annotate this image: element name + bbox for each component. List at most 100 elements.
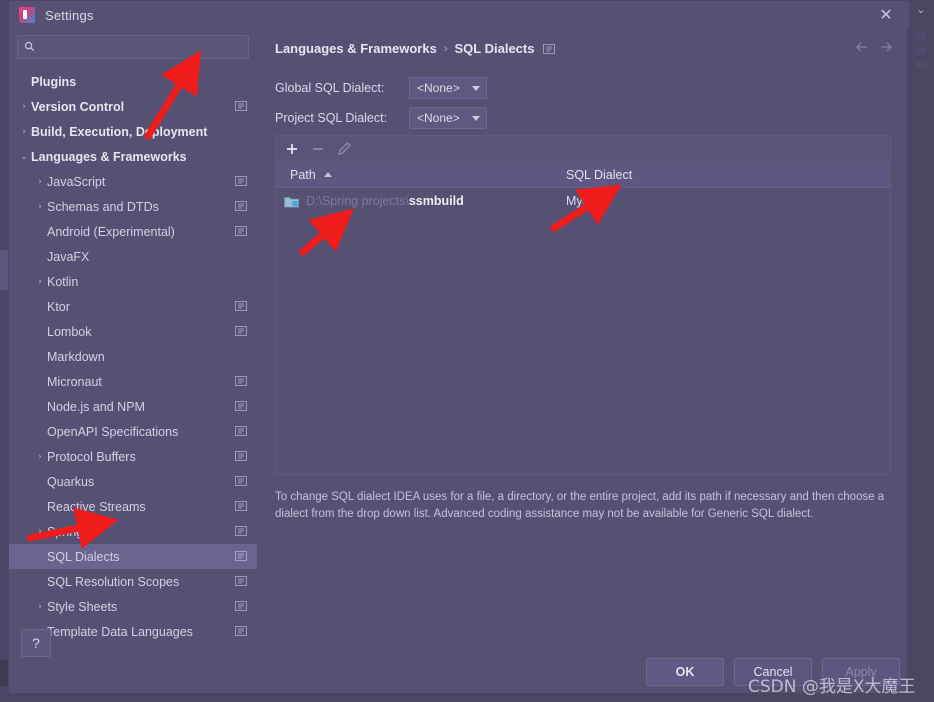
- sidebar-item-sql-dialects[interactable]: ·SQL Dialects: [9, 544, 257, 569]
- sidebar-item-label: Android (Experimental): [47, 224, 175, 239]
- right-edge-strip: ⌄: [908, 0, 934, 702]
- global-sql-dialect-value: <None>: [417, 81, 460, 95]
- sidebar-item-ktor[interactable]: ·Ktor: [9, 294, 257, 319]
- table-row[interactable]: D:\Spring projects\ ssmbuild MySQL: [276, 188, 890, 214]
- sidebar-item-style-sheets[interactable]: › Style Sheets: [9, 594, 257, 619]
- sql-dialects-table: Path SQL Dialect D:\Spring projects\ ssmb…: [275, 161, 891, 475]
- sidebar-item-label: JavaFX: [47, 249, 90, 264]
- chevron-right-icon[interactable]: ›: [33, 452, 47, 462]
- module-folder-icon: [284, 196, 299, 207]
- copy-settings-icon[interactable]: [235, 500, 247, 512]
- sidebar-item-javafx[interactable]: ·JavaFX: [9, 244, 257, 269]
- sidebar-item-reactive-streams[interactable]: ·Reactive Streams: [9, 494, 257, 519]
- chevron-right-icon[interactable]: ›: [33, 602, 47, 612]
- sidebar-item-sql-resolution-scopes[interactable]: ·SQL Resolution Scopes: [9, 569, 257, 594]
- sidebar-item-node-js-and-npm[interactable]: ·Node.js and NPM: [9, 394, 257, 419]
- sidebar-item-lombok[interactable]: ·Lombok: [9, 319, 257, 344]
- column-header-path-label: Path: [290, 167, 316, 182]
- sidebar-item-version-control[interactable]: › Version Control: [9, 94, 257, 119]
- sidebar-item-label: Markdown: [47, 349, 105, 364]
- tree-indent-spacer: ·: [33, 227, 47, 237]
- screen-root: ⌄ Settings ✕ ·Plugins›Version Con: [0, 0, 934, 702]
- global-sql-dialect-select[interactable]: <None>: [409, 77, 487, 99]
- chevron-right-icon[interactable]: ›: [33, 277, 47, 287]
- table-cell-dialect[interactable]: MySQL: [560, 194, 608, 208]
- sidebar-item-build-execution-deployment[interactable]: › Build, Execution, Deployment: [9, 119, 257, 144]
- sidebar-item-languages-frameworks[interactable]: ⌄ Languages & Frameworks: [9, 144, 257, 169]
- search-input[interactable]: [40, 36, 244, 58]
- intellij-idea-icon: [19, 7, 35, 23]
- sidebar-item-label: Protocol Buffers: [47, 449, 136, 464]
- copy-settings-icon[interactable]: [235, 475, 247, 487]
- copy-settings-icon[interactable]: [235, 100, 247, 112]
- back-arrow-icon[interactable]: [855, 41, 869, 53]
- chevron-right-icon[interactable]: ›: [33, 177, 47, 187]
- edit-button[interactable]: [334, 139, 356, 159]
- chevron-right-icon[interactable]: ›: [33, 527, 47, 537]
- sidebar-item-label: Style Sheets: [47, 599, 118, 614]
- table-header-row: Path SQL Dialect: [276, 162, 890, 188]
- edge-tool-dots: [912, 26, 930, 75]
- chevron-down-icon[interactable]: ⌄: [914, 3, 928, 17]
- copy-settings-icon[interactable]: [235, 400, 247, 412]
- sidebar-item-label: Micronaut: [47, 374, 102, 389]
- copy-settings-icon[interactable]: [235, 525, 247, 537]
- watermark: CSDN @我是X大魔王: [748, 677, 916, 697]
- close-icon[interactable]: ✕: [871, 4, 901, 26]
- chevron-down-icon[interactable]: ⌄: [17, 152, 31, 162]
- sidebar-item-android-experimental[interactable]: ·Android (Experimental): [9, 219, 257, 244]
- copy-settings-icon[interactable]: [235, 425, 247, 437]
- project-sql-dialect-row: Project SQL Dialect: <None>: [275, 107, 487, 129]
- copy-settings-icon[interactable]: [235, 375, 247, 387]
- sidebar-item-label: Ktor: [47, 299, 70, 314]
- column-header-dialect-label: SQL Dialect: [566, 167, 633, 182]
- settings-tree: ·Plugins›Version Control›Build, Executio…: [9, 69, 257, 644]
- sidebar-item-label: Quarkus: [47, 474, 95, 489]
- sidebar-item-kotlin[interactable]: › Kotlin: [9, 269, 257, 294]
- copy-settings-icon[interactable]: [235, 225, 247, 237]
- copy-settings-icon[interactable]: [235, 325, 247, 337]
- sidebar-item-schemas-and-dtds[interactable]: › Schemas and DTDs: [9, 194, 257, 219]
- project-sql-dialect-select[interactable]: <None>: [409, 107, 487, 129]
- sidebar-item-openapi-specifications[interactable]: ·OpenAPI Specifications: [9, 419, 257, 444]
- add-button[interactable]: [282, 139, 304, 159]
- sidebar-item-micronaut[interactable]: ·Micronaut: [9, 369, 257, 394]
- sidebar-item-spring[interactable]: › Spring: [9, 519, 257, 544]
- project-sql-dialect-label: Project SQL Dialect:: [275, 111, 388, 125]
- copy-settings-icon[interactable]: [235, 600, 247, 612]
- content-panel: Languages & Frameworks › SQL Dialects Gl…: [259, 25, 907, 643]
- pencil-icon: [337, 141, 351, 155]
- sidebar-item-protocol-buffers[interactable]: › Protocol Buffers: [9, 444, 257, 469]
- panel-nav-icons: [855, 41, 893, 53]
- ok-button[interactable]: OK: [646, 658, 724, 686]
- global-sql-dialect-row: Global SQL Dialect: <None>: [275, 77, 487, 99]
- copy-settings-icon[interactable]: [235, 575, 247, 587]
- copy-settings-icon[interactable]: [235, 625, 247, 637]
- copy-settings-icon[interactable]: [235, 200, 247, 212]
- copy-settings-icon[interactable]: [235, 550, 247, 562]
- breadcrumb-parent[interactable]: Languages & Frameworks: [275, 41, 437, 56]
- sidebar-item-label: SQL Resolution Scopes: [47, 574, 180, 589]
- sidebar-item-label: OpenAPI Specifications: [47, 424, 179, 439]
- copy-settings-icon[interactable]: [235, 300, 247, 312]
- forward-arrow-icon[interactable]: [879, 41, 893, 53]
- help-button[interactable]: ?: [21, 629, 51, 657]
- sidebar-item-plugins[interactable]: ·Plugins: [9, 69, 257, 94]
- column-header-dialect[interactable]: SQL Dialect: [560, 168, 632, 182]
- sidebar-item-javascript[interactable]: › JavaScript: [9, 169, 257, 194]
- tree-indent-spacer: ·: [33, 377, 47, 387]
- settings-sync-icon[interactable]: [543, 43, 556, 55]
- chevron-right-icon[interactable]: ›: [17, 127, 31, 137]
- chevron-right-icon[interactable]: ›: [17, 102, 31, 112]
- search-box[interactable]: [17, 35, 249, 59]
- copy-settings-icon[interactable]: [235, 175, 247, 187]
- sidebar-item-markdown[interactable]: ·Markdown: [9, 344, 257, 369]
- sidebar-item-quarkus[interactable]: ·Quarkus: [9, 469, 257, 494]
- column-header-path[interactable]: Path: [276, 168, 560, 182]
- chevron-right-icon[interactable]: ›: [33, 202, 47, 212]
- remove-button[interactable]: [308, 139, 330, 159]
- tree-indent-spacer: ·: [33, 352, 47, 362]
- hint-text: To change SQL dialect IDEA uses for a fi…: [275, 491, 885, 520]
- sidebar-item-label: Spring: [47, 524, 84, 539]
- copy-settings-icon[interactable]: [235, 450, 247, 462]
